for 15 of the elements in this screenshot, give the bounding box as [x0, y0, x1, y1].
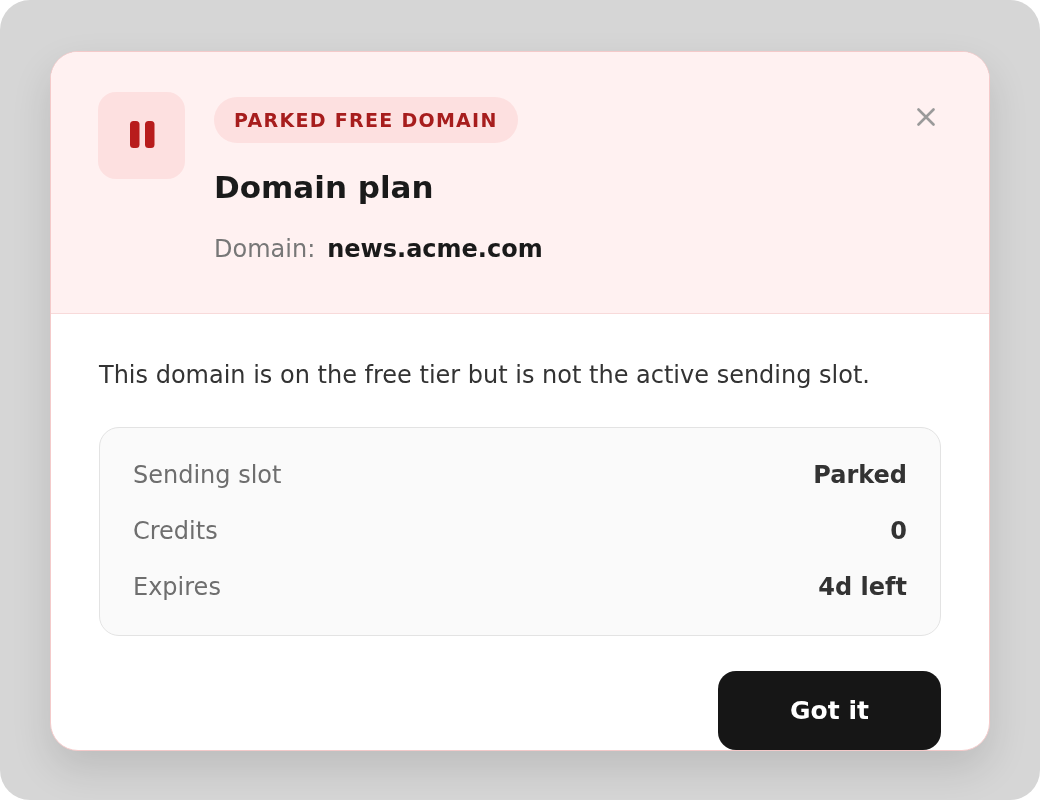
pause-icon [98, 92, 185, 179]
got-it-button[interactable]: Got it [718, 671, 941, 750]
close-icon [917, 108, 935, 126]
detail-value: 0 [890, 517, 907, 545]
dialog-title: Domain plan [214, 168, 434, 207]
detail-label: Expires [133, 573, 221, 601]
domain-value: news.acme.com [327, 234, 543, 265]
detail-label: Sending slot [133, 461, 282, 489]
detail-value: Parked [813, 461, 907, 489]
detail-value: 4d left [818, 573, 907, 601]
status-badge: PARKED FREE DOMAIN [214, 97, 518, 143]
domain-label: Domain: [214, 234, 316, 265]
detail-label: Credits [133, 517, 218, 545]
description-text: This domain is on the free tier but is not the active sending slot. [99, 360, 871, 391]
close-button[interactable] [915, 106, 937, 128]
